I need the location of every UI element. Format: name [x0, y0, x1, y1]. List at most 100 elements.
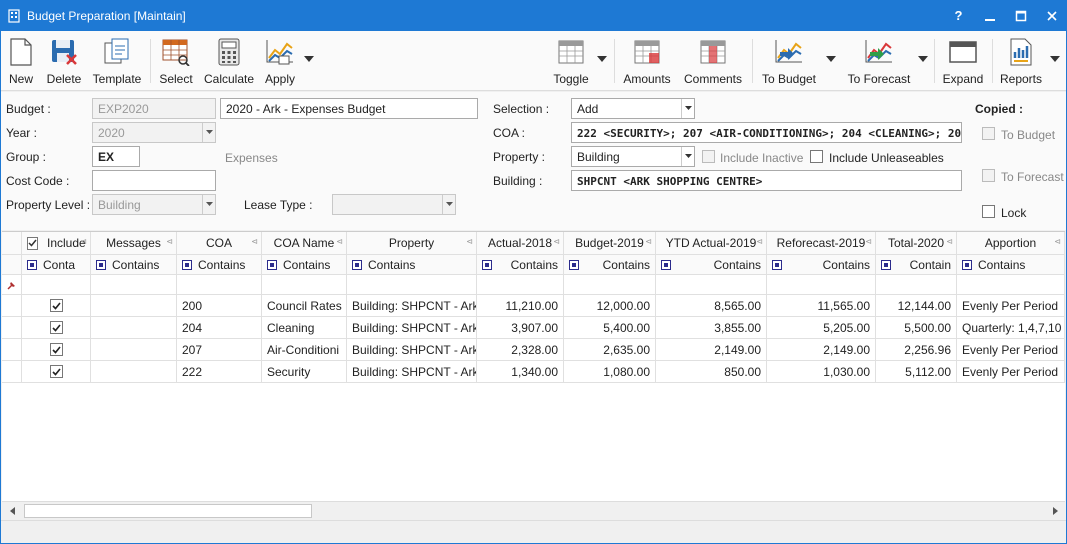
apportion-cell[interactable]: Quarterly: 1,4,7,10 — [957, 317, 1065, 339]
actual-2018-cell[interactable]: 11,210.00 — [477, 295, 564, 317]
include-inactive-checkbox[interactable] — [702, 150, 715, 163]
copied-to-budget-checkbox[interactable] — [982, 127, 995, 140]
scroll-right-icon[interactable] — [1047, 504, 1063, 518]
ytd-actual-2019-cell[interactable]: 3,855.00 — [656, 317, 767, 339]
expand-button[interactable]: Expand — [940, 37, 986, 89]
building-field[interactable]: SHPCNT <ARK SHOPPING CENTRE> — [571, 170, 962, 191]
comments-button[interactable]: Comments — [682, 37, 744, 89]
ytd-actual-2019-cell[interactable]: 8,565.00 — [656, 295, 767, 317]
ytd-actual-2019-cell[interactable]: 2,149.00 — [656, 339, 767, 361]
budget-2019-cell[interactable]: 1,080.00 — [564, 361, 656, 383]
template-button[interactable]: Template — [90, 37, 144, 89]
select-all-checkbox[interactable] — [27, 236, 38, 250]
filter-ytd-actual-2019[interactable]: Contains — [656, 255, 767, 275]
grid-new-row[interactable] — [2, 275, 1065, 295]
total-2020-cell[interactable]: 5,112.00 — [876, 361, 957, 383]
include-checkbox[interactable] — [49, 321, 63, 334]
year-select[interactable]: 2020 — [92, 122, 216, 143]
column-header-property[interactable]: Property ⊲ — [347, 232, 477, 255]
apply-dropdown-icon[interactable] — [304, 55, 314, 63]
select-button[interactable]: Select — [156, 37, 196, 89]
column-header-budget-2019[interactable]: Budget-2019 ⊲ — [564, 232, 656, 255]
horizontal-scrollbar[interactable] — [2, 501, 1065, 519]
scrollbar-thumb[interactable] — [24, 504, 312, 518]
include-cell[interactable] — [22, 361, 91, 383]
budget-code-field[interactable]: EXP2020 — [92, 98, 216, 119]
filter-property[interactable]: Contains — [347, 255, 477, 275]
coa-name-cell[interactable]: Air-Conditioni — [262, 339, 347, 361]
reforecast-2019-cell[interactable]: 11,565.00 — [767, 295, 876, 317]
column-header-coa[interactable]: COA ⊲ — [177, 232, 262, 255]
budget-2019-cell[interactable]: 5,400.00 — [564, 317, 656, 339]
coa-name-cell[interactable]: Cleaning — [262, 317, 347, 339]
actual-2018-cell[interactable]: 3,907.00 — [477, 317, 564, 339]
include-cell[interactable] — [22, 295, 91, 317]
coa-name-cell[interactable]: Council Rates — [262, 295, 347, 317]
column-header-total-2020[interactable]: Total-2020 ⊲ — [876, 232, 957, 255]
to-budget-dropdown-icon[interactable] — [826, 55, 836, 63]
column-header-include[interactable]: Include ⊲ — [22, 232, 91, 255]
coa-name-cell[interactable]: Security — [262, 361, 347, 383]
table-row[interactable]: 204 Cleaning Building: SHPCNT - Ark 3,907.0… — [2, 317, 1065, 339]
minimize-button[interactable] — [974, 0, 1005, 31]
lease-type-select[interactable] — [332, 194, 456, 215]
filter-total-2020[interactable]: Contain — [876, 255, 957, 275]
new-button[interactable]: New — [4, 37, 38, 89]
total-2020-cell[interactable]: 5,500.00 — [876, 317, 957, 339]
total-2020-cell[interactable]: 12,144.00 — [876, 295, 957, 317]
budget-name-field[interactable]: 2020 - Ark - Expenses Budget — [220, 98, 478, 119]
to-budget-button[interactable]: To Budget — [758, 37, 820, 89]
property-level-select[interactable]: Building — [92, 194, 216, 215]
messages-cell[interactable] — [91, 295, 177, 317]
reforecast-2019-cell[interactable]: 1,030.00 — [767, 361, 876, 383]
selection-select[interactable]: Add — [571, 98, 695, 119]
to-forecast-button[interactable]: To Forecast — [846, 37, 912, 89]
messages-cell[interactable] — [91, 317, 177, 339]
include-checkbox[interactable] — [49, 299, 63, 312]
filter-coa[interactable]: Contains — [177, 255, 262, 275]
reports-button[interactable]: Reports — [998, 37, 1044, 89]
coa-cell[interactable]: 207 — [177, 339, 262, 361]
apply-button[interactable]: Apply — [262, 37, 298, 89]
reforecast-2019-cell[interactable]: 2,149.00 — [767, 339, 876, 361]
column-header-apportion[interactable]: Apportion ⊲ — [957, 232, 1065, 255]
property-cell[interactable]: Building: SHPCNT - Ark — [347, 339, 477, 361]
filter-actual-2018[interactable]: Contains — [477, 255, 564, 275]
coa-field[interactable]: 222 <SECURITY>; 207 <AIR-CONDITIONING>; … — [571, 122, 962, 143]
table-row[interactable]: 200 Council Rates Building: SHPCNT - Ark 11… — [2, 295, 1065, 317]
property-select[interactable]: Building — [571, 146, 695, 167]
filter-coa-name[interactable]: Contains — [262, 255, 347, 275]
apportion-cell[interactable]: Evenly Per Period — [957, 339, 1065, 361]
cost-code-field[interactable] — [92, 170, 216, 191]
table-row[interactable]: 222 Security Building: SHPCNT - Ark 1,340.0… — [2, 361, 1065, 383]
filter-budget-2019[interactable]: Contains — [564, 255, 656, 275]
column-header-coa-name[interactable]: COA Name ⊲ — [262, 232, 347, 255]
include-cell[interactable] — [22, 339, 91, 361]
actual-2018-cell[interactable]: 1,340.00 — [477, 361, 564, 383]
column-header-messages[interactable]: Messages ⊲ — [91, 232, 177, 255]
maximize-button[interactable] — [1005, 0, 1036, 31]
close-button[interactable] — [1036, 0, 1067, 31]
reports-dropdown-icon[interactable] — [1050, 55, 1060, 63]
to-forecast-dropdown-icon[interactable] — [918, 55, 928, 63]
property-cell[interactable]: Building: SHPCNT - Ark — [347, 295, 477, 317]
messages-cell[interactable] — [91, 339, 177, 361]
filter-messages[interactable]: Contains — [91, 255, 177, 275]
property-cell[interactable]: Building: SHPCNT - Ark — [347, 317, 477, 339]
ytd-actual-2019-cell[interactable]: 850.00 — [656, 361, 767, 383]
column-header-ytd-actual-2019[interactable]: YTD Actual-2019 ⊲ — [656, 232, 767, 255]
lock-checkbox[interactable] — [982, 205, 995, 218]
coa-cell[interactable]: 200 — [177, 295, 262, 317]
scroll-left-icon[interactable] — [4, 504, 20, 518]
filter-include[interactable]: Conta — [22, 255, 91, 275]
include-unleaseables-checkbox[interactable] — [810, 150, 823, 163]
column-header-reforecast-2019[interactable]: Reforecast-2019 ⊲ — [767, 232, 876, 255]
filter-apportion[interactable]: Contains — [957, 255, 1065, 275]
messages-cell[interactable] — [91, 361, 177, 383]
copied-to-forecast-checkbox[interactable] — [982, 169, 995, 182]
coa-cell[interactable]: 222 — [177, 361, 262, 383]
apportion-cell[interactable]: Evenly Per Period — [957, 295, 1065, 317]
include-checkbox[interactable] — [49, 343, 63, 356]
include-checkbox[interactable] — [49, 365, 63, 378]
delete-button[interactable]: Delete — [44, 37, 84, 89]
